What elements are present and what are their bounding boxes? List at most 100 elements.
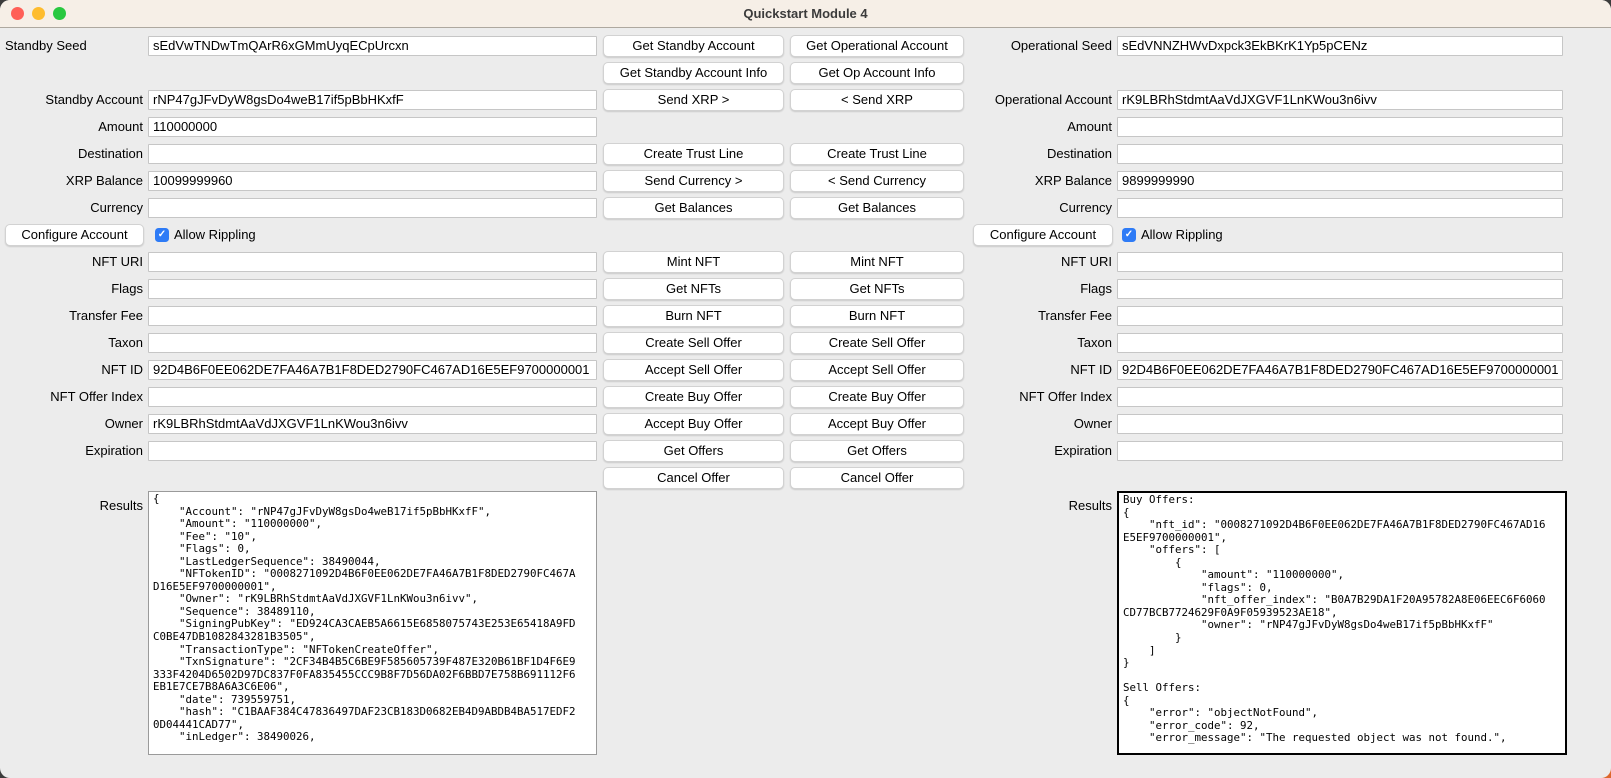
operational-create-sell-offer-button[interactable]: Create Sell Offer — [790, 332, 964, 354]
send-xrp-left-button[interactable]: < Send XRP — [790, 89, 964, 111]
title-bar: Quickstart Module 4 — [0, 0, 1611, 28]
standby-create-sell-offer-button[interactable]: Create Sell Offer — [603, 332, 784, 354]
standby-xrp-balance-input[interactable] — [148, 171, 597, 191]
operational-get-nfts-button[interactable]: Get NFTs — [790, 278, 964, 300]
operational-account-label: Operational Account — [969, 86, 1117, 113]
operational-configure-account-button[interactable]: Configure Account — [973, 224, 1113, 246]
operational-nft-uri-input[interactable] — [1117, 252, 1563, 272]
send-xrp-right-button[interactable]: Send XRP > — [603, 89, 784, 111]
operational-seed-label: Operational Seed — [969, 32, 1117, 59]
standby-cancel-offer-button[interactable]: Cancel Offer — [603, 467, 784, 489]
standby-destination-label: Destination — [0, 140, 148, 167]
operational-currency-input[interactable] — [1117, 198, 1563, 218]
operational-taxon-input[interactable] — [1117, 333, 1563, 353]
operational-owner-label: Owner — [969, 410, 1117, 437]
operational-results-text[interactable]: Buy Offers: { "nft_id": "0008271092D4B6F… — [1117, 491, 1567, 755]
standby-taxon-input[interactable] — [148, 333, 597, 353]
standby-nft-id-label: NFT ID — [0, 356, 148, 383]
operational-taxon-label: Taxon — [969, 329, 1117, 356]
standby-nft-uri-label: NFT URI — [0, 248, 148, 275]
operational-cancel-offer-button[interactable]: Cancel Offer — [790, 467, 964, 489]
get-operational-account-button[interactable]: Get Operational Account — [790, 35, 964, 57]
check-icon: ✓ — [158, 230, 166, 240]
operational-amount-input[interactable] — [1117, 117, 1563, 137]
standby-expiration-input[interactable] — [148, 441, 597, 461]
standby-transfer-fee-input[interactable] — [148, 306, 597, 326]
operational-nft-id-label: NFT ID — [969, 356, 1117, 383]
standby-expiration-label: Expiration — [0, 437, 148, 464]
get-standby-account-button[interactable]: Get Standby Account — [603, 35, 784, 57]
standby-currency-input[interactable] — [148, 198, 597, 218]
standby-accept-sell-offer-button[interactable]: Accept Sell Offer — [603, 359, 784, 381]
operational-flags-label: Flags — [969, 275, 1117, 302]
operational-accept-sell-offer-button[interactable]: Accept Sell Offer — [790, 359, 964, 381]
standby-flags-input[interactable] — [148, 279, 597, 299]
standby-amount-input[interactable] — [148, 117, 597, 137]
form-grid: Standby Seed Get Standby Account Get Ope… — [0, 32, 1611, 778]
operational-allow-rippling-label: Allow Rippling — [1141, 227, 1223, 242]
operational-transfer-fee-label: Transfer Fee — [969, 302, 1117, 329]
operational-create-trust-line-button[interactable]: Create Trust Line — [790, 143, 964, 165]
operational-expiration-input[interactable] — [1117, 441, 1563, 461]
standby-burn-nft-button[interactable]: Burn NFT — [603, 305, 784, 327]
operational-allow-rippling-checkbox[interactable]: ✓ — [1122, 228, 1136, 242]
get-op-account-info-button[interactable]: Get Op Account Info — [790, 62, 964, 84]
standby-account-input[interactable] — [148, 90, 597, 110]
operational-nft-uri-label: NFT URI — [969, 248, 1117, 275]
standby-mint-nft-button[interactable]: Mint NFT — [603, 251, 784, 273]
operational-burn-nft-button[interactable]: Burn NFT — [790, 305, 964, 327]
standby-flags-label: Flags — [0, 275, 148, 302]
standby-nft-offer-index-label: NFT Offer Index — [0, 383, 148, 410]
operational-get-offers-button[interactable]: Get Offers — [790, 440, 964, 462]
operational-mint-nft-button[interactable]: Mint NFT — [790, 251, 964, 273]
standby-create-buy-offer-button[interactable]: Create Buy Offer — [603, 386, 784, 408]
send-currency-right-button[interactable]: Send Currency > — [603, 170, 784, 192]
check-icon: ✓ — [1125, 230, 1133, 240]
operational-nft-id-input[interactable] — [1117, 360, 1563, 380]
standby-account-label: Standby Account — [0, 86, 148, 113]
standby-get-nfts-button[interactable]: Get NFTs — [603, 278, 784, 300]
operational-xrp-balance-label: XRP Balance — [969, 167, 1117, 194]
traffic-lights — [0, 7, 66, 20]
operational-nft-offer-index-label: NFT Offer Index — [969, 383, 1117, 410]
standby-seed-input[interactable] — [148, 36, 597, 56]
app-window: Quickstart Module 4 Standby Seed Get Sta… — [0, 0, 1611, 778]
standby-destination-input[interactable] — [148, 144, 597, 164]
operational-xrp-balance-input[interactable] — [1117, 171, 1563, 191]
standby-nft-id-input[interactable] — [148, 360, 597, 380]
operational-nft-offer-index-input[interactable] — [1117, 387, 1563, 407]
operational-accept-buy-offer-button[interactable]: Accept Buy Offer — [790, 413, 964, 435]
operational-create-buy-offer-button[interactable]: Create Buy Offer — [790, 386, 964, 408]
standby-configure-account-button[interactable]: Configure Account — [5, 224, 144, 246]
operational-results-label: Results — [969, 491, 1117, 778]
operational-account-input[interactable] — [1117, 90, 1563, 110]
operational-destination-label: Destination — [969, 140, 1117, 167]
operational-expiration-label: Expiration — [969, 437, 1117, 464]
standby-currency-label: Currency — [0, 194, 148, 221]
operational-seed-input[interactable] — [1117, 36, 1563, 56]
send-currency-left-button[interactable]: < Send Currency — [790, 170, 964, 192]
operational-owner-input[interactable] — [1117, 414, 1563, 434]
operational-destination-input[interactable] — [1117, 144, 1563, 164]
standby-owner-label: Owner — [0, 410, 148, 437]
standby-amount-label: Amount — [0, 113, 148, 140]
operational-get-balances-button[interactable]: Get Balances — [790, 197, 964, 219]
standby-get-balances-button[interactable]: Get Balances — [603, 197, 784, 219]
standby-owner-input[interactable] — [148, 414, 597, 434]
operational-transfer-fee-input[interactable] — [1117, 306, 1563, 326]
zoom-button[interactable] — [53, 7, 66, 20]
standby-accept-buy-offer-button[interactable]: Accept Buy Offer — [603, 413, 784, 435]
standby-nft-uri-input[interactable] — [148, 252, 597, 272]
get-standby-account-info-button[interactable]: Get Standby Account Info — [603, 62, 784, 84]
standby-nft-offer-index-input[interactable] — [148, 387, 597, 407]
minimize-button[interactable] — [32, 7, 45, 20]
standby-allow-rippling-checkbox[interactable]: ✓ — [155, 228, 169, 242]
standby-get-offers-button[interactable]: Get Offers — [603, 440, 784, 462]
operational-flags-input[interactable] — [1117, 279, 1563, 299]
standby-create-trust-line-button[interactable]: Create Trust Line — [603, 143, 784, 165]
standby-taxon-label: Taxon — [0, 329, 148, 356]
operational-currency-label: Currency — [969, 194, 1117, 221]
standby-results-label: Results — [0, 491, 148, 778]
close-button[interactable] — [11, 7, 24, 20]
standby-results-text[interactable]: { "Account": "rNP47gJFvDyW8gsDo4weB17if5… — [148, 491, 597, 755]
